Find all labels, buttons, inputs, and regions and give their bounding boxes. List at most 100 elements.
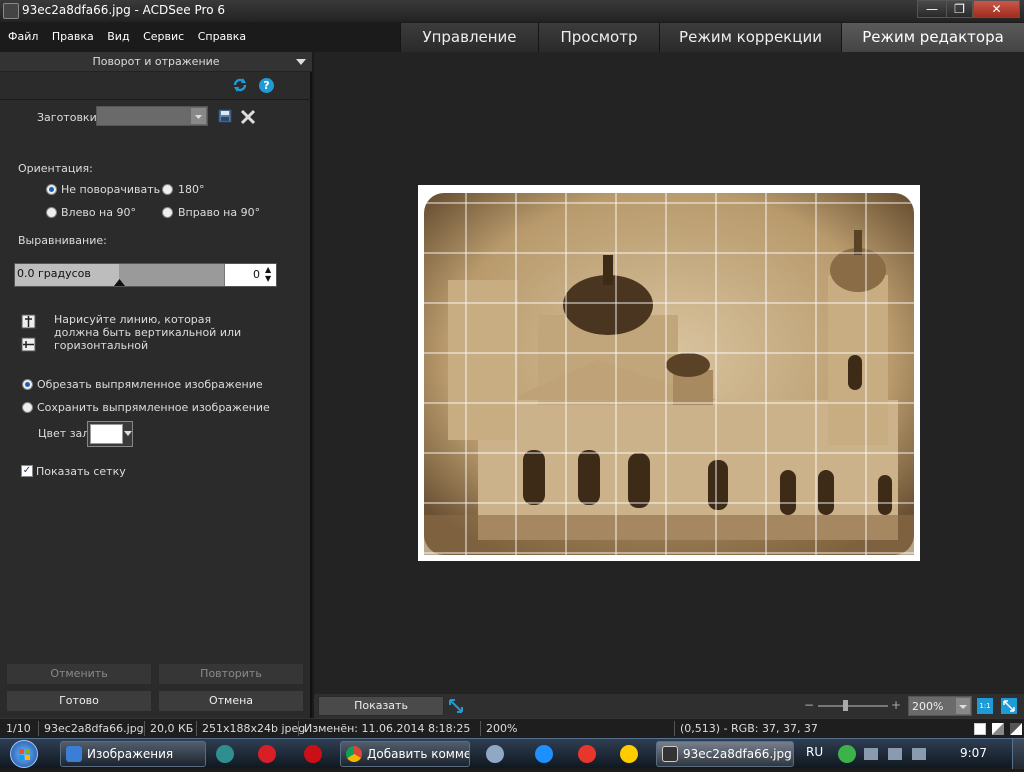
tray-app-icon[interactable] [838,745,856,763]
slider-handle-icon[interactable] [114,279,125,286]
undo-button[interactable]: Отменить [6,663,152,685]
internet-explorer-icon[interactable] [535,745,553,763]
fit-expand-icon[interactable] [448,698,464,714]
menu-tools[interactable]: Сервис [143,26,184,48]
acdsee-app-icon[interactable] [3,3,19,19]
reset-icon[interactable] [232,77,248,93]
network-icon[interactable] [888,748,902,760]
language-indicator[interactable]: RU [806,745,823,759]
radio-rotate-180[interactable] [162,184,173,195]
minimize-button[interactable]: — [917,0,947,18]
fill-color-picker[interactable] [87,421,133,447]
radio-rotate-left[interactable] [46,207,57,218]
status-pixel-info: (0,513) - RGB: 37, 37, 37 [680,722,818,735]
status-filesize: 20,0 КБ [150,722,194,735]
menu-file[interactable]: Файл [8,26,38,48]
done-button[interactable]: Готово [6,690,152,712]
redo-button[interactable]: Повторить [158,663,304,685]
maximize-button[interactable]: ❐ [946,0,973,18]
status-separator [480,721,481,736]
zoom-dropdown[interactable]: 200% [908,696,972,716]
spin-arrows-icon[interactable]: ▲ ▼ [265,265,271,283]
chrome-icon [346,746,362,762]
radio-crop-label: Обрезать выпрямленное изображение [37,378,263,391]
tab-manage[interactable]: Управление [400,23,538,52]
save-preset-icon[interactable] [218,109,232,123]
zoom-out-button[interactable]: − [804,699,814,711]
tray-flag-icon[interactable] [864,748,878,760]
image-viewer[interactable] [314,52,1024,694]
tab-edit[interactable]: Режим редактора [841,23,1024,52]
zoom-in-button[interactable]: + [891,699,901,711]
task-acdsee-label: 93ec2a8dfa66.jpg... [683,747,794,761]
slider-value: 0 [253,268,260,281]
radio-crop-straightened[interactable] [22,379,33,390]
radio-rotate-180-label: 180° [178,183,205,196]
status-filename: 93ec2a8dfa66.jpg [44,722,144,735]
status-zoom: 200% [486,722,518,735]
volume-icon[interactable] [912,748,926,760]
yandex-browser-icon[interactable] [578,745,596,763]
collapse-arrow-icon[interactable] [296,59,306,65]
ie-icon[interactable] [486,745,504,763]
acdsee-icon [662,746,678,762]
status-separator [674,721,675,736]
fit-window-icon[interactable] [1001,698,1017,714]
zoom-slider-handle[interactable] [843,700,848,711]
chevron-down-icon [191,108,206,124]
background-diagonal-icon[interactable] [992,723,1004,735]
app-icon[interactable] [620,745,638,763]
clock[interactable]: 9:07 [960,746,987,760]
tab-view[interactable]: Просмотр [538,23,659,52]
horizontal-line-icon[interactable] [21,337,36,352]
fill-color-swatch [90,424,123,444]
start-button[interactable] [10,740,38,768]
menu-help[interactable]: Справка [198,26,246,48]
help-icon[interactable]: ? [259,78,274,93]
menu-bar: Файл Правка Вид Сервис Справка [0,26,400,48]
status-separator [196,721,197,736]
menu-edit[interactable]: Правка [52,26,94,48]
tab-develop[interactable]: Режим коррекции [659,23,841,52]
show-previous-button[interactable]: Показать предыдущее [318,696,444,730]
background-toggle-icon[interactable] [1010,723,1022,735]
media-player-icon[interactable] [216,745,234,763]
actual-size-icon[interactable]: 1:1 [977,698,993,714]
slider-spinbox[interactable]: 0 ▲ ▼ [224,264,276,286]
menu-view[interactable]: Вид [107,26,129,48]
show-grid-checkbox[interactable]: ✓ [21,465,33,477]
show-grid-label: Показать сетку [36,465,126,478]
zoom-slider[interactable] [818,705,888,707]
status-separator [38,721,39,736]
cancel-button[interactable]: Отмена [158,690,304,712]
church-photo[interactable] [418,185,920,561]
radio-keep-straightened[interactable] [22,402,33,413]
radio-no-rotate[interactable] [46,184,57,195]
task-images-label: Изображения [87,747,174,761]
radio-rotate-right-label: Вправо на 90° [178,206,261,219]
windows-logo-icon [19,749,30,760]
task-images[interactable]: Изображения [60,741,206,767]
delete-preset-icon[interactable] [239,108,257,126]
vertical-line-icon[interactable] [21,314,36,329]
task-chrome[interactable]: Добавить комме... [340,741,470,767]
status-bar: 1/10 93ec2a8dfa66.jpg 20,0 КБ 251x188x24… [0,718,1024,738]
panel-header[interactable]: Поворот и отражение [0,52,312,72]
photo-image [418,185,920,561]
presets-dropdown[interactable] [96,106,208,126]
viewer-toolbar: Показать предыдущее − + 200% 1:1 [314,694,1024,730]
task-acdsee[interactable]: 93ec2a8dfa66.jpg... [656,741,794,767]
close-button[interactable]: ✕ [973,0,1020,18]
status-modified: Изменён: 11.06.2014 8:18:25 [304,722,471,735]
radio-rotate-left-label: Влево на 90° [61,206,136,219]
radio-rotate-right[interactable] [162,207,173,218]
background-white-icon[interactable] [974,723,986,735]
alignment-slider[interactable]: 0.0 градусов 0 ▲ ▼ [14,263,277,287]
panel-title: Поворот и отражение [92,55,220,68]
yandex-icon[interactable] [258,745,276,763]
window-title: 93ec2a8dfa66.jpg - ACDSee Pro 6 [22,3,225,17]
show-desktop-button[interactable] [1012,739,1024,769]
slider-text: 0.0 градусов [17,267,91,280]
radio-keep-label: Сохранить выпрямленное изображение [37,401,270,414]
opera-icon[interactable] [304,745,322,763]
